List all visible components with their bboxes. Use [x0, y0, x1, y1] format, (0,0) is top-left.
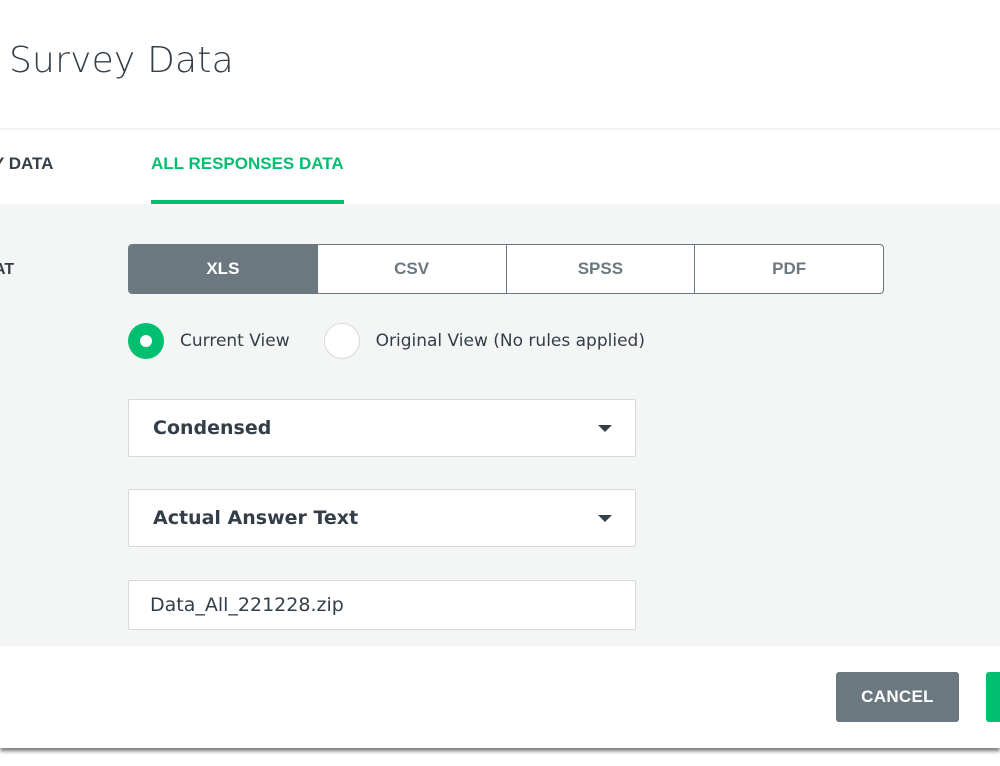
chevron-down-icon: [598, 515, 612, 522]
original-view-radio[interactable]: [323, 323, 360, 359]
current-view-label[interactable]: Current View: [180, 331, 290, 351]
tab-bar: Y DATA ALL RESPONSES DATA: [0, 130, 1000, 204]
cancel-button[interactable]: CANCEL: [836, 672, 959, 722]
dialog-title: Survey Data: [9, 40, 234, 81]
tab-all-responses-data[interactable]: ALL RESPONSES DATA: [151, 130, 344, 204]
export-button[interactable]: [986, 672, 1000, 722]
answer-format-select-value: Actual Answer Text: [153, 507, 359, 529]
layout-select[interactable]: Condensed: [128, 399, 636, 457]
current-view-radio[interactable]: [128, 323, 164, 359]
export-dialog: Survey Data Y DATA ALL RESPONSES DATA AT…: [0, 0, 1000, 748]
format-label: AT: [0, 261, 15, 278]
filename-input[interactable]: [128, 580, 636, 630]
view-radio-group: Current View Original View (No rules app…: [128, 321, 679, 361]
original-view-label[interactable]: Original View (No rules applied): [376, 331, 645, 351]
format-selector: XLS CSV SPSS PDF: [128, 244, 884, 294]
format-csv-button[interactable]: CSV: [316, 245, 506, 293]
dialog-footer: CANCEL: [0, 646, 1000, 748]
layout-select-value: Condensed: [153, 417, 272, 439]
format-pdf-button[interactable]: PDF: [694, 245, 883, 293]
format-xls-button[interactable]: XLS: [129, 245, 317, 293]
dialog-header: Survey Data: [0, 0, 1000, 130]
dialog-body: AT XLS CSV SPSS PDF Current View Origina…: [0, 204, 1000, 646]
tab-summary-data[interactable]: Y DATA: [0, 130, 53, 204]
format-spss-button[interactable]: SPSS: [505, 245, 695, 293]
answer-format-select[interactable]: Actual Answer Text: [128, 489, 636, 547]
chevron-down-icon: [598, 425, 612, 432]
